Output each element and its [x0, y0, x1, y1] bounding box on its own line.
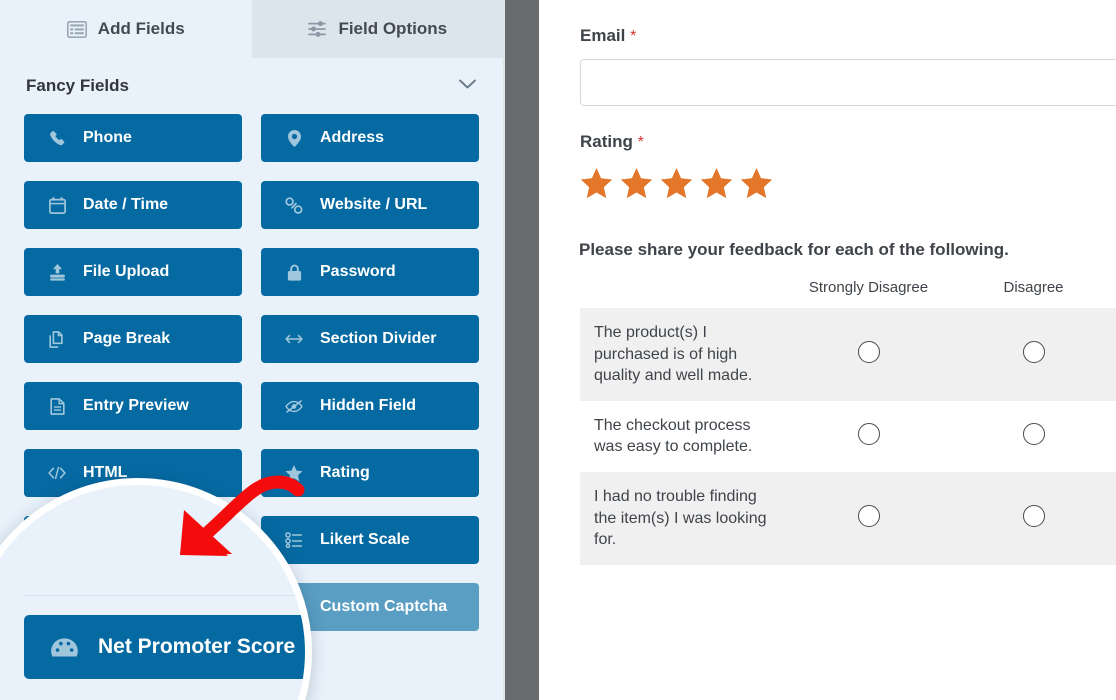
field-button-label: Page Break: [83, 330, 171, 347]
star-icon[interactable]: [580, 168, 613, 200]
field-button-phone[interactable]: Phone: [24, 114, 242, 162]
rating-stars[interactable]: [580, 168, 1116, 200]
add-fields-panel: Add Fields Field Options Fancy Fields Ph…: [0, 0, 503, 700]
link-icon: [285, 196, 303, 214]
magnified-button-label: Net Promoter Score: [98, 635, 296, 658]
map-pin-icon: [285, 129, 303, 147]
field-button-file-upload[interactable]: File Upload: [24, 248, 242, 296]
likert-row-label: I had no trouble finding the item(s) I w…: [580, 471, 786, 565]
calendar-icon: [48, 196, 66, 214]
likert-col-header-strongly-disagree: Strongly Disagree: [808, 279, 929, 296]
field-button-label: Rating: [320, 464, 370, 481]
likert-header-row: Strongly Disagree Disagree Neutral: [580, 279, 1116, 308]
star-icon[interactable]: [740, 168, 773, 200]
star-icon: [285, 464, 303, 482]
code-icon: [48, 466, 66, 480]
upload-icon: [48, 263, 66, 281]
likert-radio[interactable]: [857, 504, 880, 527]
required-marker: *: [637, 134, 644, 151]
wpforms-builder-screen: Add Fields Field Options Fancy Fields Ph…: [0, 0, 1116, 700]
field-button-label: Website / URL: [320, 196, 428, 213]
likert-cell[interactable]: [786, 400, 951, 472]
likert-col-header-disagree: Disagree: [1003, 279, 1064, 296]
panel-divider: [503, 0, 539, 700]
field-button-label: Entry Preview: [83, 397, 189, 414]
field-button-section-divider[interactable]: Section Divider: [261, 315, 479, 363]
sliders-icon: [307, 20, 327, 38]
divider-edge: [503, 0, 505, 700]
likert-row: I had no trouble finding the item(s) I w…: [580, 471, 1116, 565]
field-button-label: Phone: [83, 129, 132, 146]
phone-icon: [48, 130, 66, 146]
tab-field-options-label: Field Options: [338, 19, 448, 38]
star-icon[interactable]: [700, 168, 733, 200]
likert-row-label: The checkout process was easy to complet…: [580, 400, 786, 472]
gauge-icon: [51, 637, 78, 658]
likert-cell[interactable]: [951, 400, 1116, 472]
field-button-password[interactable]: Password: [261, 248, 479, 296]
likert-radio[interactable]: [1022, 340, 1045, 363]
tab-field-options[interactable]: Field Options: [251, 0, 503, 58]
likert-cell[interactable]: [951, 308, 1116, 401]
tab-add-fields-label: Add Fields: [97, 19, 185, 38]
arrows-horizontal-icon: [285, 333, 303, 345]
field-button-label: Date / Time: [83, 196, 169, 213]
form-preview-panel: Email * Rating * Please share your feedb…: [539, 0, 1116, 700]
field-button-page-break[interactable]: Page Break: [24, 315, 242, 363]
field-button-entry-preview[interactable]: Entry Preview: [24, 382, 242, 430]
rating-field-label: Rating *: [580, 132, 1116, 152]
pages-icon: [48, 330, 66, 348]
field-button-label: File Upload: [83, 263, 170, 280]
field-button-label: Likert Scale: [320, 531, 410, 548]
field-button-label: Hidden Field: [320, 397, 416, 414]
panel-tabs: Add Fields Field Options: [0, 0, 503, 58]
field-button-hidden-field[interactable]: Hidden Field: [261, 382, 479, 430]
likert-radio[interactable]: [857, 340, 880, 363]
section-title: Fancy Fields: [26, 76, 129, 95]
magnified-net-promoter-score-button[interactable]: Net Promoter Score: [24, 615, 305, 679]
likert-radio[interactable]: [1022, 504, 1045, 527]
likert-radio[interactable]: [857, 422, 880, 445]
likert-scale-table: Strongly Disagree Disagree Neutral The p…: [580, 279, 1116, 565]
lock-icon: [285, 264, 303, 281]
chevron-down-icon[interactable]: [458, 77, 477, 95]
email-label-text: Email: [580, 26, 626, 45]
likert-cell[interactable]: [951, 471, 1116, 565]
magnifier-divider: [24, 595, 305, 596]
tab-add-fields[interactable]: Add Fields: [0, 0, 252, 58]
likert-row: The checkout process was easy to complet…: [580, 400, 1116, 472]
eye-slash-icon: [285, 399, 303, 414]
required-marker: *: [630, 28, 637, 45]
email-field-label: Email *: [580, 26, 1116, 46]
likert-cell[interactable]: [786, 308, 951, 401]
fancy-fields-section-header[interactable]: Fancy Fields: [0, 58, 503, 114]
magnifier-callout: Net Promoter Score: [0, 478, 312, 700]
rating-label-text: Rating: [580, 132, 633, 151]
magnifier-content: Net Promoter Score: [0, 485, 305, 700]
field-button-address[interactable]: Address: [261, 114, 479, 162]
star-icon[interactable]: [660, 168, 693, 200]
document-icon: [48, 397, 66, 415]
likert-cell[interactable]: [786, 471, 951, 565]
star-icon[interactable]: [620, 168, 653, 200]
field-button-website-url[interactable]: Website / URL: [261, 181, 479, 229]
field-button-label: Password: [320, 263, 396, 280]
likert-row-label: The product(s) I purchased is of high qu…: [580, 308, 786, 401]
list-panel-icon: [66, 20, 87, 38]
field-button-label: Section Divider: [320, 330, 437, 347]
field-button-label: Address: [320, 129, 385, 146]
email-input[interactable]: [580, 59, 1116, 106]
field-button-label: Custom Captcha: [320, 598, 448, 615]
likert-col-header-blank: [580, 279, 786, 308]
likert-row: The product(s) I purchased is of high qu…: [580, 308, 1116, 401]
likert-field-title: Please share your feedback for each of t…: [579, 240, 1009, 259]
likert-radio[interactable]: [1022, 422, 1045, 445]
field-button-date-time[interactable]: Date / Time: [24, 181, 242, 229]
